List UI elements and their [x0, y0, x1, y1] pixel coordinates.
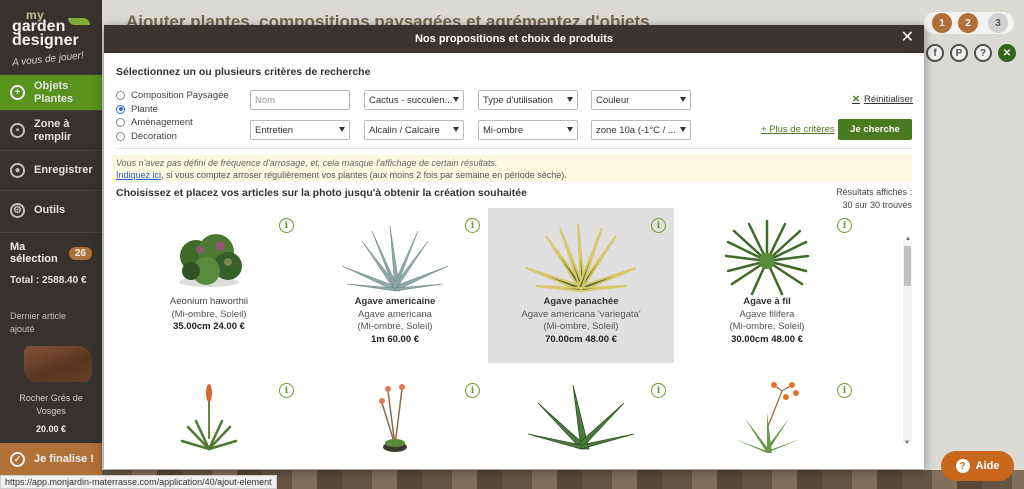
product-price: 1m 60.00 €	[370, 333, 420, 345]
plant-image	[527, 384, 635, 450]
search-button[interactable]: Je cherche	[838, 119, 912, 140]
radio-button[interactable]	[116, 104, 125, 114]
name-input[interactable]: Nom	[250, 90, 350, 110]
choose-title: Choisissez et placez vos articles sur la…	[116, 187, 527, 199]
plant-image	[341, 225, 449, 292]
product-card-agave-panachee[interactable]: i Agave panachée Agave americana 'varieg…	[488, 208, 674, 363]
product-info: Agave panachée Agave americana 'variegat…	[488, 296, 674, 346]
product-card-aloe-orange[interactable]: i	[674, 373, 860, 453]
product-latin-name: Agave filifera	[739, 308, 795, 320]
plant-type-select[interactable]: Cactus - succulen...	[364, 90, 464, 110]
close-icon[interactable]: ✕	[901, 30, 914, 46]
product-name: Agave americaine	[354, 296, 436, 307]
chevron-down-icon	[453, 97, 459, 102]
product-card-aloe[interactable]: i	[116, 373, 302, 453]
product-price: 70.00cm 48.00 €	[545, 333, 617, 345]
radio-composition-paysagee[interactable]: Composition Paysagée	[116, 89, 229, 103]
category-radio-group: Composition Paysagée Plante Aménagement …	[116, 89, 229, 143]
product-card-agave-victoria[interactable]: i	[488, 373, 674, 453]
select-value: Type d'utilisation	[483, 94, 553, 106]
radio-label: Composition Paysagée	[131, 90, 229, 102]
close-icon: ✕	[852, 94, 860, 105]
product-exposure: (Mi-ombre, Soleil)	[729, 321, 805, 332]
product-latin-name: Aeonium haworthii	[169, 296, 249, 307]
soil-select[interactable]: Alcalin / Calcaire	[364, 120, 464, 140]
help-label: Aide	[975, 460, 1000, 472]
radio-decoration[interactable]: Décoration	[116, 130, 229, 144]
plant-image	[724, 219, 810, 296]
product-name: Agave à fil	[743, 296, 791, 307]
product-price: 35.00cm 24.00 €	[173, 321, 245, 332]
scroll-up-icon[interactable]: ▲	[905, 236, 911, 242]
radio-button[interactable]	[116, 91, 125, 101]
exposure-select[interactable]: Mi-ombre	[478, 120, 578, 140]
modal-title: Nos propositions et choix de produits	[414, 33, 613, 45]
warning-detail: , si vous comptez arroser régulièrement …	[161, 170, 567, 180]
help-icon: ?	[955, 459, 970, 473]
plant-image	[379, 384, 407, 452]
more-criteria-link[interactable]: + Plus de critères	[761, 124, 835, 135]
scroll-thumb[interactable]	[904, 246, 911, 286]
product-info: Agave americaine Agave americana (Mi-omb…	[302, 296, 488, 346]
chevron-down-icon	[680, 127, 686, 132]
select-value: Cactus - succulen...	[369, 94, 453, 106]
select-value: Couleur	[596, 94, 630, 106]
product-list-scrollbar[interactable]: ▲ ▼	[903, 236, 912, 446]
radio-label: Décoration	[131, 130, 177, 142]
radio-label: Plante	[131, 103, 158, 115]
product-card-agave-a-fil[interactable]: i Agave à fil Agave filifera (Mi-ombre, …	[674, 208, 860, 363]
criteria-title: Sélectionnez un ou plusieurs critères de…	[116, 66, 371, 78]
modal-header: Nos propositions et choix de produits ✕	[104, 25, 924, 53]
plant-image	[180, 384, 238, 451]
usage-type-select[interactable]: Type d'utilisation	[478, 90, 578, 110]
product-exposure: (Mi-ombre, Soleil)	[171, 308, 247, 320]
scroll-down-icon[interactable]: ▼	[904, 440, 910, 446]
product-exposure: (Mi-ombre, Soleil)	[357, 321, 433, 332]
maintenance-select[interactable]: Entretien	[250, 120, 350, 140]
help-button[interactable]: ? Aide	[941, 451, 1014, 481]
color-select[interactable]: Couleur	[591, 90, 691, 110]
product-price: 30.00cm 48.00 €	[731, 333, 803, 345]
watering-warning: Vous n'avez pas défini de fréquence d'ar…	[112, 155, 912, 182]
chevron-down-icon	[567, 97, 573, 102]
radio-button[interactable]	[116, 131, 125, 141]
select-value: zone 10a (-1°C / ...	[596, 124, 676, 136]
reset-label: Réinitialiser	[863, 94, 914, 105]
results-label: Résultats affichés :	[836, 187, 912, 197]
select-value: Mi-ombre	[483, 124, 524, 136]
chevron-down-icon	[339, 127, 345, 132]
product-exposure: (Mi-ombre, Soleil)	[543, 321, 619, 332]
reset-link[interactable]: ✕ Réinitialiser	[852, 94, 913, 105]
radio-amenagement[interactable]: Aménagement	[116, 116, 229, 130]
product-info: Aeonium haworthii (Mi-ombre, Soleil) 35.…	[116, 296, 302, 334]
product-card-agave-americaine[interactable]: i Agave americaine Agave americana (Mi-o…	[302, 208, 488, 363]
chevron-down-icon	[680, 97, 686, 102]
divider	[116, 148, 912, 149]
select-value: Entretien	[255, 124, 294, 136]
status-bar-url: https://app.monjardin-materrasse.com/app…	[0, 475, 277, 489]
select-value: Alcalin / Calcaire	[369, 124, 440, 136]
product-modal: Nos propositions et choix de produits ✕ …	[104, 25, 924, 469]
product-grid: i Aeonium haworthii (Mi-ombre, Soleil) 3…	[104, 208, 910, 453]
warning-message: Vous n'avez pas défini de fréquence d'ar…	[116, 158, 498, 168]
product-latin-name: Agave americana 'variegata'	[521, 308, 641, 320]
product-card-aloe-flower[interactable]: i	[302, 373, 488, 453]
plant-image	[525, 223, 637, 293]
radio-button[interactable]	[116, 118, 125, 128]
product-card-aeonium[interactable]: i Aeonium haworthii (Mi-ombre, Soleil) 3…	[116, 208, 302, 363]
name-input-placeholder: Nom	[255, 94, 276, 106]
radio-label: Aménagement	[131, 117, 193, 129]
hardiness-zone-select[interactable]: zone 10a (-1°C / ...	[591, 120, 691, 140]
indicate-watering-link[interactable]: Indiquez ici	[116, 170, 161, 180]
chevron-down-icon	[453, 127, 459, 132]
product-name: Agave panachée	[543, 296, 619, 307]
plant-image	[734, 382, 800, 453]
plant-image	[179, 234, 242, 287]
product-info: Agave à fil Agave filifera (Mi-ombre, So…	[674, 296, 860, 346]
product-latin-name: Agave americana	[358, 308, 432, 320]
radio-plante[interactable]: Plante	[116, 103, 229, 117]
chevron-down-icon	[567, 127, 573, 132]
